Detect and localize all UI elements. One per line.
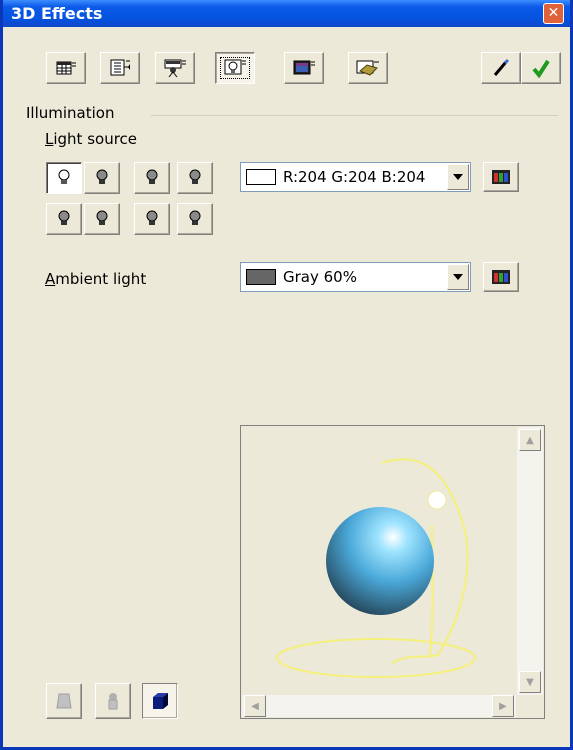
lathe-icon [108,693,118,710]
material-icon [356,60,379,76]
chevron-down-icon [453,274,463,280]
lightbulb-off-icon [189,210,201,225]
ambient-light-color-select[interactable]: Gray 60% [240,262,471,292]
light-source-label: Light source [45,130,137,148]
ambient-light-mnemonic: A [45,270,56,288]
illumination-camera-button[interactable] [155,52,195,84]
lightbulb-off-icon [189,169,201,184]
checkmark-icon [532,59,550,78]
dialog-window: 3D Effects ✕ Illumination Light source R… [0,0,573,750]
ambient-light-swatch [246,269,276,285]
shape-icon [56,693,72,709]
geometry-icon [56,61,76,75]
light-source-2-button[interactable] [84,162,120,194]
light-source-7-button[interactable] [134,203,170,235]
light-source-color-value: R:204 G:204 B:204 [283,168,426,186]
lightbulb-on-icon [58,169,70,184]
light-source-3-button[interactable] [134,162,170,194]
sphere-object [326,507,434,615]
material-button[interactable] [348,52,388,84]
lightbulb-off-icon [96,210,108,225]
preview-canvas[interactable] [242,427,516,695]
illumination-heading: Illumination [26,104,115,122]
scroll-corner [517,695,543,717]
lightbulb-off-icon [146,210,158,225]
lightbulb-off-icon [58,210,70,225]
light-source-1-button[interactable] [46,162,82,194]
perspective-toggle-button[interactable] [142,683,178,719]
light-source-4-button[interactable] [177,162,213,194]
light-source-6-button[interactable] [84,203,120,235]
convert-to-lathe-button[interactable] [95,683,131,719]
light-source-swatch [246,169,276,185]
color-dialog-icon [492,170,510,184]
title-bar[interactable]: 3D Effects ✕ [3,0,570,27]
light-preview[interactable]: ▲ ▼ ◀ ▶ [240,425,545,719]
window-title: 3D Effects [11,4,103,23]
light-source-label-text: ight source [53,130,138,148]
ambient-light-label: Ambient light [45,270,146,288]
texture-icon [293,60,315,75]
assign-button[interactable] [481,52,521,84]
convert-to-3d-button[interactable] [46,683,82,719]
geometry-button[interactable] [46,52,86,84]
close-button[interactable]: ✕ [543,3,564,24]
color-dialog-icon [492,270,510,284]
ambient-light-dropdown-button[interactable] [447,264,469,290]
textures-button[interactable] [284,52,324,84]
light-source-color-picker-button[interactable] [483,162,519,192]
lightbulb-icon [224,59,246,75]
light-orbit-ring [276,638,476,678]
scroll-left-button[interactable]: ◀ [244,695,266,717]
ambient-light-color-picker-button[interactable] [483,262,519,292]
illumination-button[interactable] [215,52,255,84]
scroll-down-button[interactable]: ▼ [519,671,541,693]
apply-button[interactable] [521,52,561,84]
cube-icon [153,693,168,709]
light-source-color-select[interactable]: R:204 G:204 B:204 [240,162,471,192]
projector-icon [164,59,186,78]
light-source-8-button[interactable] [177,203,213,235]
preview-vertical-scrollbar[interactable]: ▲ ▼ [517,427,543,695]
lightbulb-off-icon [96,169,108,184]
scroll-up-button[interactable]: ▲ [519,429,541,451]
pipette-icon [493,58,510,76]
ambient-light-label-text: mbient light [55,270,147,288]
light-handle[interactable] [427,490,447,510]
light-source-dropdown-button[interactable] [447,164,469,190]
chevron-down-icon [453,174,463,180]
preview-horizontal-scrollbar[interactable]: ◀ ▶ [242,695,516,717]
lightbulb-off-icon [146,169,158,184]
shading-icon [110,59,130,76]
scroll-right-button[interactable]: ▶ [492,695,514,717]
light-source-5-button[interactable] [46,203,82,235]
ambient-light-color-value: Gray 60% [283,268,357,286]
group-separator [151,115,558,116]
shading-button[interactable] [100,52,140,84]
